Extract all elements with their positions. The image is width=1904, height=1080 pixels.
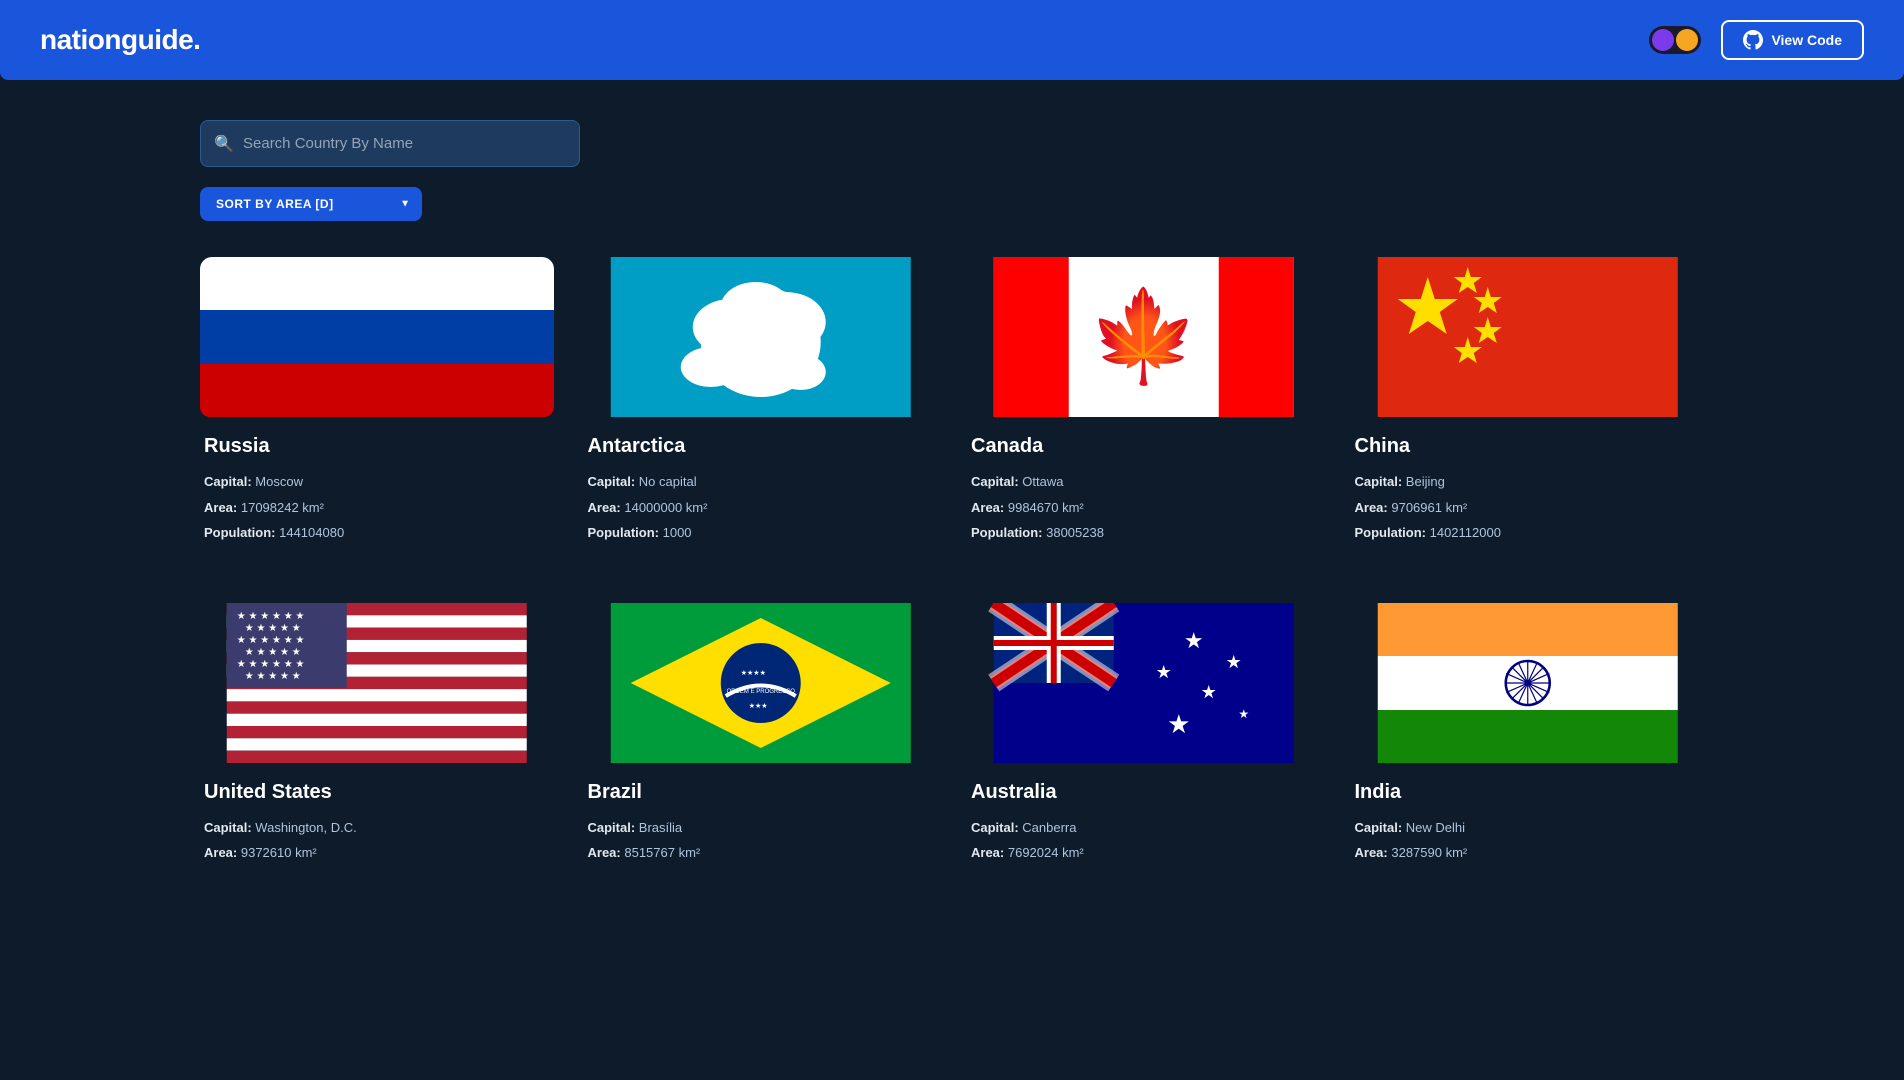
india-flag-svg (1351, 603, 1705, 763)
search-container: 🔍 (200, 120, 1704, 167)
svg-text:🍁: 🍁 (1088, 285, 1200, 387)
search-input-wrapper: 🔍 (200, 120, 580, 167)
country-flag-brazil: ORDEM E PROGRESSO ★★★★ ★★★ (584, 603, 938, 763)
sort-container: SORT BY AREA [D] SORT BY AREA [A] SORT B… (200, 187, 1704, 221)
canada-name: Canada (971, 435, 1317, 458)
view-code-button[interactable]: View Code (1721, 20, 1864, 60)
sun-icon (1676, 29, 1698, 51)
china-population: Population: 1402112000 (1355, 523, 1701, 543)
russia-stripe-red (200, 364, 554, 417)
svg-text:★★★★: ★★★★ (740, 669, 765, 677)
australia-flag-svg: ★ ★ ★ ★ ★ ★ (967, 603, 1321, 763)
brazil-capital: Capital: Brasília (588, 818, 934, 838)
country-card-usa[interactable]: ★ ★ ★ ★ ★ ★ ★ ★ ★ ★ ★ ★ ★ ★ ★ ★ ★ ★ ★ ★ … (200, 603, 554, 893)
countries-grid: Russia Capital: Moscow Area: 17098242 km… (200, 257, 1704, 893)
svg-text:★ ★ ★ ★ ★ ★: ★ ★ ★ ★ ★ ★ (237, 659, 305, 670)
antarctica-info: Antarctica Capital: No capital Area: 140… (584, 417, 938, 573)
svg-text:★★★: ★★★ (748, 702, 767, 710)
india-info: India Capital: New Delhi Area: 3287590 k… (1351, 763, 1705, 893)
russia-population: Population: 144104080 (204, 523, 550, 543)
svg-text:★ ★ ★ ★ ★ ★: ★ ★ ★ ★ ★ ★ (237, 635, 305, 646)
country-card-russia[interactable]: Russia Capital: Moscow Area: 17098242 km… (200, 257, 554, 573)
navbar: nationguide. View Code (0, 0, 1904, 80)
australia-capital: Capital: Canberra (971, 818, 1317, 838)
china-area: Area: 9706961 km² (1355, 498, 1701, 518)
svg-text:★: ★ (1156, 662, 1172, 682)
moon-icon (1652, 29, 1674, 51)
china-name: China (1355, 435, 1701, 458)
main-content: 🔍 SORT BY AREA [D] SORT BY AREA [A] SORT… (0, 80, 1904, 933)
usa-name: United States (204, 781, 550, 804)
antarctica-area: Area: 14000000 km² (588, 498, 934, 518)
country-flag-usa: ★ ★ ★ ★ ★ ★ ★ ★ ★ ★ ★ ★ ★ ★ ★ ★ ★ ★ ★ ★ … (200, 603, 554, 763)
svg-text:★: ★ (1226, 652, 1242, 672)
theme-toggle[interactable] (1649, 26, 1701, 54)
russia-flag-display (200, 257, 554, 417)
usa-flag-svg: ★ ★ ★ ★ ★ ★ ★ ★ ★ ★ ★ ★ ★ ★ ★ ★ ★ ★ ★ ★ … (200, 603, 554, 763)
search-input[interactable] (200, 120, 580, 167)
country-card-australia[interactable]: ★ ★ ★ ★ ★ ★ Australia Capital: Canberra … (967, 603, 1321, 893)
country-flag-china (1351, 257, 1705, 417)
antarctica-capital: Capital: No capital (588, 472, 934, 492)
australia-area: Area: 7692024 km² (971, 843, 1317, 863)
india-capital: Capital: New Delhi (1355, 818, 1701, 838)
canada-info: Canada Capital: Ottawa Area: 9984670 km²… (967, 417, 1321, 573)
china-info: China Capital: Beijing Area: 9706961 km²… (1351, 417, 1705, 573)
svg-text:★: ★ (1238, 707, 1249, 721)
canada-flag-svg: 🍁 (967, 257, 1321, 417)
country-card-brazil[interactable]: ORDEM E PROGRESSO ★★★★ ★★★ Brazil Capita… (584, 603, 938, 893)
svg-text:★ ★ ★ ★ ★ ★: ★ ★ ★ ★ ★ ★ (237, 611, 305, 622)
view-code-label: View Code (1771, 32, 1842, 48)
sort-select[interactable]: SORT BY AREA [D] SORT BY AREA [A] SORT B… (200, 187, 422, 221)
canada-capital: Capital: Ottawa (971, 472, 1317, 492)
svg-text:★: ★ (1184, 628, 1204, 653)
canada-area: Area: 9984670 km² (971, 498, 1317, 518)
country-flag-russia (200, 257, 554, 417)
sort-wrapper: SORT BY AREA [D] SORT BY AREA [A] SORT B… (200, 187, 422, 221)
svg-text:★ ★ ★ ★ ★: ★ ★ ★ ★ ★ (245, 647, 301, 658)
china-flag-svg (1351, 257, 1705, 417)
usa-capital: Capital: Washington, D.C. (204, 818, 550, 838)
svg-text:★: ★ (1201, 682, 1217, 702)
russia-stripe-blue (200, 310, 554, 363)
canada-population: Population: 38005238 (971, 523, 1317, 543)
china-capital: Capital: Beijing (1355, 472, 1701, 492)
search-icon: 🔍 (214, 134, 234, 154)
country-flag-canada: 🍁 (967, 257, 1321, 417)
russia-capital: Capital: Moscow (204, 472, 550, 492)
russia-area: Area: 17098242 km² (204, 498, 550, 518)
antarctica-population: Population: 1000 (588, 523, 934, 543)
app-brand: nationguide. (40, 24, 200, 56)
country-card-antarctica[interactable]: Antarctica Capital: No capital Area: 140… (584, 257, 938, 573)
country-flag-australia: ★ ★ ★ ★ ★ ★ (967, 603, 1321, 763)
country-flag-antarctica (584, 257, 938, 417)
usa-info: United States Capital: Washington, D.C. … (200, 763, 554, 893)
australia-info: Australia Capital: Canberra Area: 769202… (967, 763, 1321, 893)
brazil-flag-svg: ORDEM E PROGRESSO ★★★★ ★★★ (584, 603, 938, 763)
antarctica-name: Antarctica (588, 435, 934, 458)
australia-name: Australia (971, 781, 1317, 804)
russia-name: Russia (204, 435, 550, 458)
russia-info: Russia Capital: Moscow Area: 17098242 km… (200, 417, 554, 573)
brazil-area: Area: 8515767 km² (588, 843, 934, 863)
github-icon (1743, 30, 1763, 50)
svg-text:ORDEM E PROGRESSO: ORDEM E PROGRESSO (726, 689, 795, 695)
country-card-india[interactable]: India Capital: New Delhi Area: 3287590 k… (1351, 603, 1705, 893)
svg-text:★: ★ (1167, 709, 1190, 739)
russia-stripe-white (200, 257, 554, 310)
brazil-info: Brazil Capital: Brasília Area: 8515767 k… (584, 763, 938, 893)
svg-text:★ ★ ★ ★ ★: ★ ★ ★ ★ ★ (245, 671, 301, 682)
nav-right: View Code (1649, 20, 1864, 60)
india-area: Area: 3287590 km² (1355, 843, 1701, 863)
usa-area: Area: 9372610 km² (204, 843, 550, 863)
country-card-canada[interactable]: 🍁 Canada Capital: Ottawa Area: 9984670 k… (967, 257, 1321, 573)
india-name: India (1355, 781, 1701, 804)
svg-text:★ ★ ★ ★ ★: ★ ★ ★ ★ ★ (245, 623, 301, 634)
country-card-china[interactable]: China Capital: Beijing Area: 9706961 km²… (1351, 257, 1705, 573)
brazil-name: Brazil (588, 781, 934, 804)
country-flag-india (1351, 603, 1705, 763)
antarctica-flag-svg (584, 257, 938, 417)
